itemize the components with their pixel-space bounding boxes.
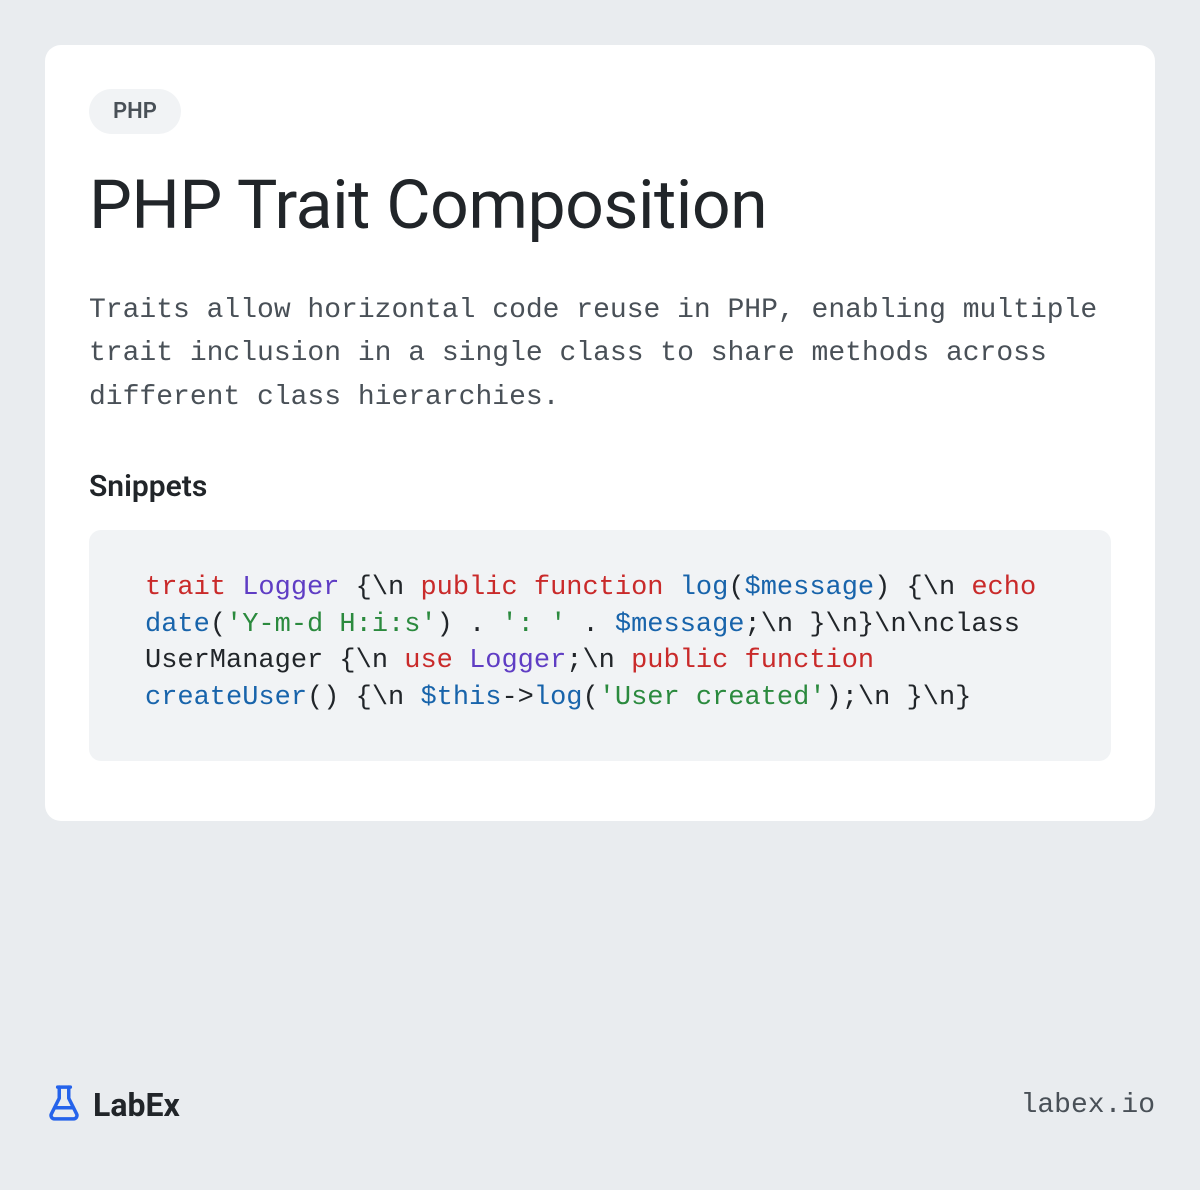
code-token: trait [145, 573, 226, 603]
code-token: createUser [145, 683, 307, 713]
code-token: 'Y-m-d H:i:s' [226, 610, 437, 640]
footer-logo: LabEx [45, 1084, 180, 1126]
code-token: ) . [437, 610, 502, 640]
code-token: public [420, 573, 517, 603]
code-token: $this [420, 683, 501, 713]
code-token [453, 646, 469, 676]
code-token: public [631, 646, 728, 676]
code-token: ( [582, 683, 598, 713]
code-token: function [745, 646, 875, 676]
code-token: ( [728, 573, 744, 603]
code-token: echo [971, 573, 1036, 603]
code-token: log [680, 573, 729, 603]
code-token: use [404, 646, 453, 676]
code-token: log [534, 683, 583, 713]
language-badge: PHP [89, 89, 181, 134]
code-token: function [534, 573, 664, 603]
code-token [664, 573, 680, 603]
description-text: Traits allow horizontal code reuse in PH… [89, 289, 1111, 419]
code-token: ;\n [566, 646, 631, 676]
code-token: -> [501, 683, 533, 713]
code-block: trait Logger {\n public function log($me… [89, 530, 1111, 761]
code-token [728, 646, 744, 676]
footer: LabEx labex.io [45, 1084, 1155, 1126]
code-token: . [566, 610, 615, 640]
code-token [518, 573, 534, 603]
code-token: {\n [339, 573, 420, 603]
code-token: Logger [242, 573, 339, 603]
code-token: ': ' [501, 610, 566, 640]
code-token: date [145, 610, 210, 640]
footer-url: labex.io [1021, 1090, 1155, 1121]
code-token: $message [745, 573, 875, 603]
footer-brand: LabEx [93, 1086, 180, 1124]
code-token: ) {\n [874, 573, 971, 603]
code-token: ( [210, 610, 226, 640]
code-token: $message [615, 610, 745, 640]
flask-icon [45, 1084, 83, 1126]
content-card: PHP PHP Trait Composition Traits allow h… [45, 45, 1155, 821]
code-token: );\n }\n} [826, 683, 972, 713]
code-token [226, 573, 242, 603]
page-title: PHP Trait Composition [89, 168, 1111, 243]
code-token: Logger [469, 646, 566, 676]
code-token: 'User created' [599, 683, 826, 713]
code-token: () {\n [307, 683, 420, 713]
snippets-heading: Snippets [89, 469, 1111, 504]
